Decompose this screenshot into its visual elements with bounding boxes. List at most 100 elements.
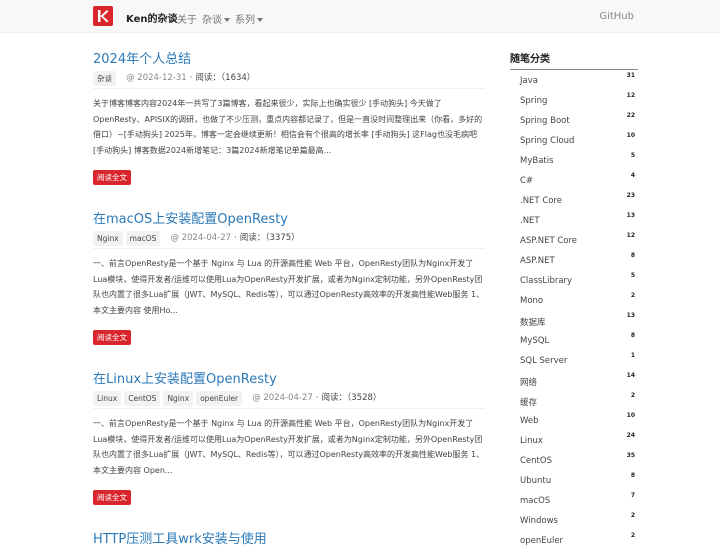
category-item[interactable]: ASP.NET 8 bbox=[520, 252, 635, 276]
post-title-link[interactable]: 在Linux上安装配置OpenResty bbox=[93, 368, 485, 387]
post-meta: 杂谈 @ 2024-12-31 · 阅读：（1634） bbox=[93, 71, 485, 89]
category-item[interactable]: SQL Server 1 bbox=[520, 352, 635, 376]
post-meta-text: @ 2024-04-27 · 阅读：（3528） bbox=[252, 393, 382, 403]
post-tag[interactable]: Nginx bbox=[163, 391, 194, 406]
nav-misc-dropdown[interactable]: 杂谈 bbox=[202, 11, 230, 26]
category-name: Spring Cloud bbox=[520, 136, 575, 146]
category-item[interactable]: MySQL 8 bbox=[520, 332, 635, 356]
category-item[interactable]: C# 4 bbox=[520, 172, 635, 196]
post-meta-text: @ 2024-12-31 · 阅读：（1634） bbox=[126, 73, 256, 83]
category-count-badge: 10 bbox=[626, 132, 635, 139]
category-name: Ubuntu bbox=[520, 476, 552, 486]
category-item[interactable]: ClassLibrary 5 bbox=[520, 272, 635, 296]
category-count-badge: 10 bbox=[626, 412, 635, 419]
post-item: HTTP压测工具wrk安装与使用 bbox=[93, 528, 485, 547]
read-more-button[interactable]: 阅读全文 bbox=[93, 330, 131, 345]
category-count-badge: 13 bbox=[626, 212, 635, 219]
category-name: Web bbox=[520, 416, 539, 426]
category-name: Spring Boot bbox=[520, 116, 570, 126]
post-title-link[interactable]: 2024年个人总结 bbox=[93, 48, 485, 67]
category-name: .NET bbox=[520, 216, 540, 226]
category-item[interactable]: ASP.NET Core 12 bbox=[520, 232, 635, 256]
category-count-badge: 1 bbox=[630, 352, 635, 359]
category-count-badge: 2 bbox=[630, 392, 635, 399]
category-item[interactable]: Ubuntu 8 bbox=[520, 472, 635, 496]
category-count-badge: 8 bbox=[630, 472, 635, 479]
category-item[interactable]: openEuler 2 bbox=[520, 532, 635, 556]
category-item[interactable]: CentOS 35 bbox=[520, 452, 635, 476]
post-date: @ 2024-04-27 bbox=[170, 233, 232, 243]
category-count-badge: 7 bbox=[630, 492, 635, 499]
post-reads-count: （3528） bbox=[347, 393, 382, 403]
post-tag[interactable]: macOS bbox=[125, 231, 161, 246]
category-item[interactable]: 网络 14 bbox=[520, 372, 635, 396]
post-summary: 一、前言OpenResty是一个基于 Nginx 与 Lua 的开源高性能 We… bbox=[93, 419, 485, 475]
category-name: macOS bbox=[520, 496, 551, 506]
nav-series-dropdown[interactable]: 系列 bbox=[235, 11, 263, 26]
category-name: 数据库 bbox=[520, 318, 546, 328]
post-date: @ 2024-12-31 bbox=[126, 73, 187, 83]
github-link[interactable]: GitHub bbox=[599, 11, 634, 22]
category-count-badge: 12 bbox=[626, 92, 635, 99]
post-date: @ 2024-04-27 bbox=[252, 393, 313, 403]
category-count-badge: 35 bbox=[626, 452, 635, 459]
post-title-link[interactable]: HTTP压测工具wrk安装与使用 bbox=[93, 528, 485, 547]
post-reads-label: 阅读： bbox=[239, 233, 266, 243]
category-name: ASP.NET Core bbox=[520, 236, 578, 246]
post-title-link[interactable]: 在macOS上安装配置OpenResty bbox=[93, 208, 485, 227]
post-meta-text: @ 2024-04-27 · 阅读：（3375） bbox=[170, 233, 300, 243]
category-count-badge: 13 bbox=[626, 312, 635, 319]
post-reads-count: （1634） bbox=[220, 73, 256, 83]
post-reads-count: （3375） bbox=[265, 233, 300, 243]
post-item: 在Linux上安装配置OpenResty Linux CentOS Nginx ope… bbox=[93, 368, 485, 505]
category-item[interactable]: Windows 2 bbox=[520, 512, 635, 536]
category-item[interactable]: Spring Boot 22 bbox=[520, 112, 635, 136]
category-item[interactable]: Java 31 bbox=[520, 72, 635, 96]
read-more-button[interactable]: 阅读全文 bbox=[93, 490, 131, 505]
category-item[interactable]: macOS 7 bbox=[520, 492, 635, 516]
post-tag[interactable]: Nginx bbox=[93, 231, 123, 246]
category-item[interactable]: 缓存 2 bbox=[520, 392, 635, 416]
post-summary: 一、前言OpenResty是一个基于 Nginx 与 Lua 的开源高性能 We… bbox=[93, 259, 485, 315]
category-count-badge: 31 bbox=[626, 72, 635, 79]
nav-misc-label: 杂谈 bbox=[202, 15, 222, 26]
category-item[interactable]: .NET 13 bbox=[520, 212, 635, 236]
category-item[interactable]: MyBatis 5 bbox=[520, 152, 635, 176]
category-count-badge: 14 bbox=[626, 372, 635, 379]
category-name: C# bbox=[520, 176, 534, 186]
category-item[interactable]: Mono 2 bbox=[520, 292, 635, 316]
category-count-badge: 5 bbox=[630, 152, 635, 159]
category-item[interactable]: Web 10 bbox=[520, 412, 635, 436]
nav-about-link[interactable]: 关于 bbox=[177, 11, 197, 26]
category-item[interactable]: Linux 24 bbox=[520, 432, 635, 456]
post-tag[interactable]: CentOS bbox=[124, 391, 161, 406]
category-name: 网络 bbox=[520, 378, 538, 388]
post-tag[interactable]: 杂谈 bbox=[93, 71, 116, 86]
category-name: Spring bbox=[520, 96, 548, 106]
post-item: 在macOS上安装配置OpenResty Nginx macOS @ 2024-0… bbox=[93, 208, 485, 345]
post-summary: 关于博客博客内容2024年一共写了3篇博客，看起来很少，实际上也确实很少 [手动… bbox=[93, 99, 483, 155]
category-name: Java bbox=[520, 76, 538, 86]
navbar: Ken的杂谈 关于 杂谈 系列 GitHub bbox=[0, 0, 720, 33]
category-name: MySQL bbox=[520, 336, 550, 346]
brand-link[interactable]: Ken的杂谈 bbox=[126, 10, 177, 25]
category-item[interactable]: Spring 12 bbox=[520, 92, 635, 116]
post-tag[interactable]: Linux bbox=[93, 391, 122, 406]
read-more-button[interactable]: 阅读全文 bbox=[93, 170, 131, 185]
category-count-badge: 2 bbox=[630, 512, 635, 519]
site-logo-icon[interactable] bbox=[93, 6, 113, 26]
logo-k-icon bbox=[98, 10, 109, 23]
post-meta: Nginx macOS @ 2024-04-27 · 阅读：（3375） bbox=[93, 231, 485, 249]
category-item[interactable]: Spring Cloud 10 bbox=[520, 132, 635, 156]
sidebar-title: 随笔分类 bbox=[510, 50, 638, 70]
category-count-badge: 2 bbox=[630, 532, 635, 539]
category-count-badge: 12 bbox=[626, 232, 635, 239]
post-reads-label: 阅读： bbox=[195, 73, 221, 83]
category-count-badge: 8 bbox=[630, 332, 635, 339]
category-name: openEuler bbox=[520, 536, 564, 546]
post-tag[interactable]: openEuler bbox=[196, 391, 243, 406]
post-reads-label: 阅读： bbox=[321, 393, 348, 403]
category-count-badge: 4 bbox=[630, 172, 635, 179]
category-item[interactable]: .NET Core 23 bbox=[520, 192, 635, 216]
category-item[interactable]: 数据库 13 bbox=[520, 312, 635, 336]
